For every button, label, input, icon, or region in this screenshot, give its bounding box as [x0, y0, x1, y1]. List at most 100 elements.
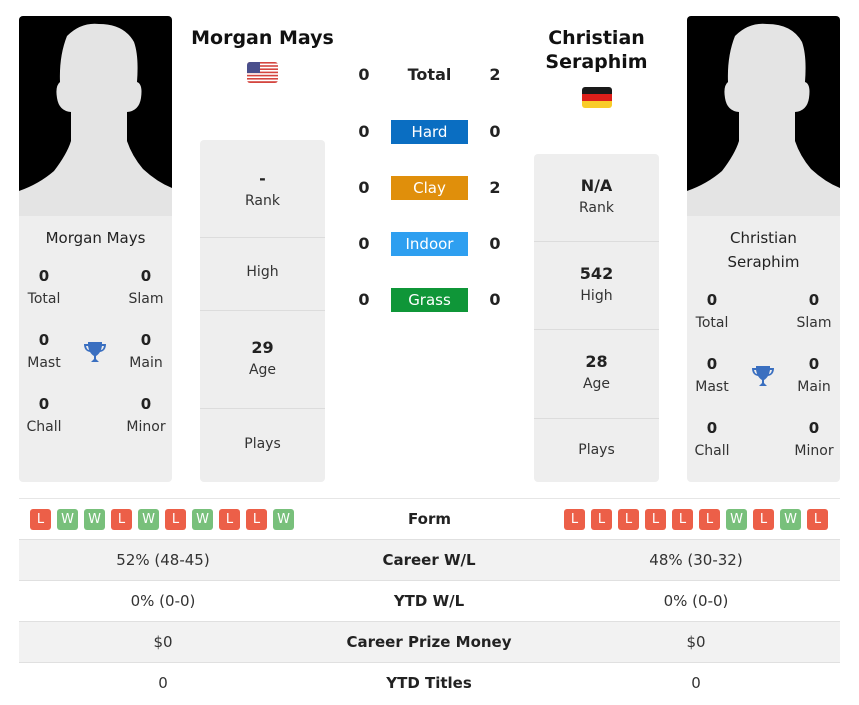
form-badge-loss[interactable]: L — [111, 509, 132, 530]
surface-badge-clay[interactable]: Clay — [391, 176, 468, 200]
info-label: High — [246, 264, 279, 280]
title-label: Chall — [694, 443, 730, 459]
form-badge-win[interactable]: W — [273, 509, 294, 530]
form-badge-win[interactable]: W — [780, 509, 801, 530]
stat-row-career-wl: 52% (48-45) Career W/L 48% (30-32) — [19, 539, 840, 580]
card-name-line: Christian — [730, 229, 797, 247]
player-card-right: Christian Seraphim 0 Total 0 Slam 0 Mast… — [687, 16, 840, 482]
h2h-left-value: 0 — [358, 234, 370, 253]
info-label: High — [580, 288, 613, 304]
form-badge-win[interactable]: W — [138, 509, 159, 530]
form-badge-win[interactable]: W — [192, 509, 213, 530]
info-value: - — [259, 169, 266, 188]
form-badge-loss[interactable]: L — [699, 509, 720, 530]
player-name-line: Christian — [548, 27, 645, 49]
stat-label: YTD Titles — [386, 674, 472, 692]
title-value: 0 — [38, 395, 50, 413]
player-photo-right[interactable] — [687, 16, 840, 216]
h2h-row-clay: 0 Clay 2 — [345, 176, 515, 200]
player-name-right[interactable]: Christian Seraphim — [520, 26, 673, 74]
info-plays-right: Plays — [534, 419, 659, 482]
player-photo-left[interactable] — [19, 16, 172, 216]
player-name-left[interactable]: Morgan Mays — [180, 26, 345, 50]
form-badge-loss[interactable]: L — [246, 509, 267, 530]
form-badge-loss[interactable]: L — [645, 509, 666, 530]
stat-label: Career W/L — [382, 551, 476, 569]
info-high-right: 542 High — [534, 242, 659, 330]
player-card-name-right: Christian Seraphim — [687, 216, 840, 274]
trophy-icon — [82, 339, 108, 365]
h2h-row-hard: 0 Hard 0 — [345, 120, 515, 144]
form-badge-win[interactable]: W — [726, 509, 747, 530]
surface-badge-hard[interactable]: Hard — [391, 120, 468, 144]
form-badge-loss[interactable]: L — [165, 509, 186, 530]
form-badge-loss[interactable]: L — [807, 509, 828, 530]
info-label: Rank — [579, 200, 614, 216]
title-value: 0 — [38, 267, 50, 285]
title-main-left: 0 Main — [116, 329, 172, 375]
title-value: 0 — [808, 419, 820, 437]
form-badge-loss[interactable]: L — [219, 509, 240, 530]
title-label: Slam — [128, 291, 164, 307]
title-main-right: 0 Main — [784, 353, 840, 399]
title-mast-right: 0 Mast — [687, 353, 742, 399]
h2h-row-total: 0 Total 2 — [345, 63, 515, 87]
info-label: Plays — [244, 436, 281, 452]
stat-left-value: 0% (0-0) — [130, 592, 196, 610]
info-value: 542 — [579, 264, 614, 283]
card-name-line: Seraphim — [727, 253, 800, 271]
info-panel-left: - Rank High 29 Age Plays — [200, 140, 325, 482]
silhouette-icon — [687, 23, 840, 216]
stat-right-value: 48% (30-32) — [649, 551, 743, 569]
title-label: Slam — [796, 315, 832, 331]
stat-row-ytd-titles: 0 YTD Titles 0 — [19, 662, 840, 703]
title-value: 0 — [808, 355, 820, 373]
info-high-left: High — [200, 238, 325, 311]
info-label: Plays — [578, 442, 615, 458]
form-badge-loss[interactable]: L — [618, 509, 639, 530]
form-badge-loss[interactable]: L — [591, 509, 612, 530]
title-label: Minor — [794, 443, 834, 459]
surface-badge-grass[interactable]: Grass — [391, 288, 468, 312]
player-card-left: Morgan Mays 0 Total 0 Slam 0 Mast 0 Main… — [19, 16, 172, 482]
stat-label: Career Prize Money — [346, 633, 512, 651]
info-label: Age — [582, 376, 611, 392]
stat-left-value: 0 — [158, 674, 168, 692]
stat-right-value: 0 — [691, 674, 701, 692]
title-minor-right: 0 Minor — [784, 417, 840, 463]
form-badge-win[interactable]: W — [57, 509, 78, 530]
form-badge-loss[interactable]: L — [30, 509, 51, 530]
info-plays-left: Plays — [200, 409, 325, 482]
form-badge-loss[interactable]: L — [672, 509, 693, 530]
title-value: 0 — [38, 331, 50, 349]
info-label: Rank — [245, 193, 280, 209]
info-age-right: 28 Age — [534, 330, 659, 419]
title-chall-right: 0 Chall — [687, 417, 742, 463]
h2h-left-value: 0 — [358, 178, 370, 197]
stat-row-ytd-wl: 0% (0-0) YTD W/L 0% (0-0) — [19, 580, 840, 621]
form-row: LWWLWLWLLW Form LLLLLLWLWL — [19, 498, 840, 539]
info-value: N/A — [580, 176, 613, 195]
h2h-right-value: 2 — [489, 65, 501, 84]
stat-label: YTD W/L — [393, 592, 465, 610]
title-value: 0 — [140, 267, 152, 285]
title-value: 0 — [706, 291, 718, 309]
germany-flag-icon — [582, 87, 612, 108]
title-label: Mast — [27, 355, 61, 371]
title-label: Mast — [695, 379, 729, 395]
silhouette-icon — [19, 23, 172, 216]
player-card-name-left: Morgan Mays — [45, 229, 146, 247]
form-badge-loss[interactable]: L — [753, 509, 774, 530]
title-slam-left: 0 Slam — [116, 265, 172, 311]
info-panel-right: N/A Rank 542 High 28 Age Plays — [534, 154, 659, 482]
trophy-icon — [750, 363, 776, 389]
title-label: Minor — [126, 419, 166, 435]
info-value: 29 — [251, 338, 274, 357]
form-badge-loss[interactable]: L — [564, 509, 585, 530]
stat-right-value: $0 — [686, 633, 706, 651]
h2h-row-indoor: 0 Indoor 0 — [345, 232, 515, 256]
form-badge-win[interactable]: W — [84, 509, 105, 530]
h2h-right-value: 0 — [489, 122, 501, 141]
surface-badge-indoor[interactable]: Indoor — [391, 232, 468, 256]
stat-left-value: $0 — [153, 633, 173, 651]
